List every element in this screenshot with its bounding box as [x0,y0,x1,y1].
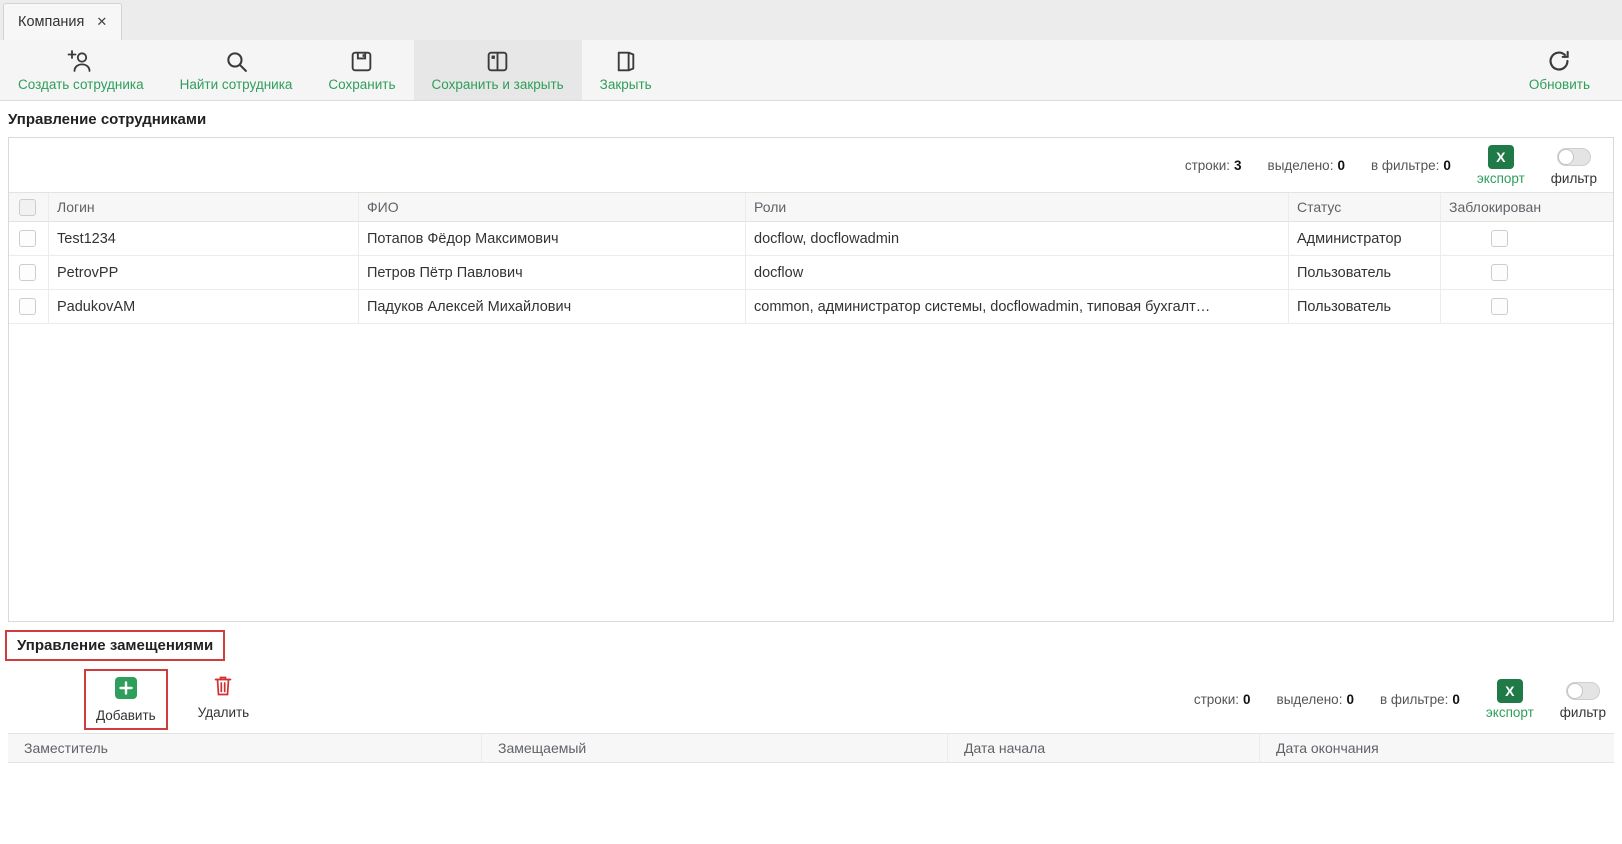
toggle-off-icon[interactable] [1566,682,1600,700]
employees-section-title: Управление сотрудниками [0,101,1622,137]
cell-status: Пользователь [1289,290,1441,323]
person-add-icon [67,49,94,74]
row-checkbox[interactable] [19,298,36,315]
col-fio[interactable]: ФИО [359,193,746,221]
blocked-checkbox[interactable] [1491,264,1508,281]
substitutions-toolbar: Добавить Удалить строки:0 выделено:0 в ф… [0,665,1622,733]
table-row[interactable]: PetrovPP Петров Пётр Павлович docflow По… [9,256,1613,290]
substitutions-table-header: Заместитель Замещаемый Дата начала Дата … [8,733,1614,763]
rows-count: строки:3 [1185,158,1242,173]
col-substituted[interactable]: Замещаемый [482,734,948,762]
col-status[interactable]: Статус [1289,193,1441,221]
export-excel-button[interactable]: X экспорт [1477,145,1525,186]
row-checkbox-cell [9,290,49,323]
col-date-end[interactable]: Дата окончания [1260,734,1614,762]
door-exit-icon [613,49,638,74]
cell-blocked [1441,222,1613,255]
create-employee-button[interactable]: Создать сотрудника [0,40,162,100]
search-icon [224,49,249,74]
toolbar-left-group: Создать сотрудника Найти сотрудника Сохр… [0,40,670,100]
save-and-close-label: Сохранить и закрыть [432,77,564,92]
blocked-checkbox[interactable] [1491,298,1508,315]
in-filter-count: в фильтре:0 [1380,692,1460,707]
save-button[interactable]: Сохранить [310,40,413,100]
employees-stats-row: строки:3 выделено:0 в фильтре:0 X экспор… [9,138,1613,192]
cell-roles: docflow, docflowadmin [746,222,1289,255]
excel-icon: X [1488,145,1514,169]
close-label: Закрыть [600,77,652,92]
col-substitute[interactable]: Заместитель [8,734,482,762]
create-employee-label: Создать сотрудника [18,77,144,92]
tab-bar: Компания ✕ [0,0,1622,40]
tab-company[interactable]: Компания ✕ [3,3,122,40]
close-button[interactable]: Закрыть [582,40,670,100]
table-row[interactable]: Test1234 Потапов Фёдор Максимович docflo… [9,222,1613,256]
refresh-label: Обновить [1529,77,1590,92]
cell-blocked [1441,290,1613,323]
col-blocked[interactable]: Заблокирован [1441,193,1613,221]
substitutions-stats-row: строки:0 выделено:0 в фильтре:0 X экспор… [1194,679,1622,720]
table-row[interactable]: PadukovAM Падуков Алексей Михайлович com… [9,290,1613,324]
filter-toggle-label: фильтр [1560,705,1606,720]
save-and-close-icon [485,49,510,74]
selected-count: выделено:0 [1268,158,1345,173]
find-employee-label: Найти сотрудника [180,77,293,92]
delete-substitution-label: Удалить [198,705,250,720]
trash-icon [213,674,233,702]
add-substitution-label: Добавить [96,708,156,723]
refresh-icon [1546,48,1572,74]
find-employee-button[interactable]: Найти сотрудника [162,40,311,100]
row-checkbox[interactable] [19,264,36,281]
substitutions-toolbar-left: Добавить Удалить [84,669,259,730]
select-all-checkbox[interactable] [19,199,36,216]
cell-fio: Петров Пётр Павлович [359,256,746,289]
blocked-checkbox[interactable] [1491,230,1508,247]
export-excel-button[interactable]: X экспорт [1486,679,1534,720]
header-checkbox-cell [9,193,49,221]
cell-fio: Потапов Фёдор Максимович [359,222,746,255]
cell-roles: common, администратор системы, docflowad… [746,290,1289,323]
cell-login: PetrovPP [49,256,359,289]
row-checkbox-cell [9,256,49,289]
cell-status: Пользователь [1289,256,1441,289]
cell-status: Администратор [1289,222,1441,255]
row-checkbox-cell [9,222,49,255]
selected-count: выделено:0 [1277,692,1354,707]
cell-roles: docflow [746,256,1289,289]
tab-label: Компания [18,14,84,30]
save-label: Сохранить [328,77,395,92]
col-login[interactable]: Логин [49,193,359,221]
filter-toggle[interactable]: фильтр [1560,679,1606,720]
save-icon [349,49,374,74]
employees-table-header: Логин ФИО Роли Статус Заблокирован [9,192,1613,222]
row-checkbox[interactable] [19,230,36,247]
delete-substitution-button[interactable]: Удалить [188,669,260,725]
export-label: экспорт [1486,705,1534,720]
toggle-off-icon[interactable] [1557,148,1591,166]
employees-panel: строки:3 выделено:0 в фильтре:0 X экспор… [8,137,1614,622]
substitutions-title-wrap: Управление замещениями [0,622,1622,665]
filter-toggle-label: фильтр [1551,171,1597,186]
add-substitution-button[interactable]: Добавить [84,669,168,730]
in-filter-count: в фильтре:0 [1371,158,1451,173]
export-label: экспорт [1477,171,1525,186]
cell-blocked [1441,256,1613,289]
col-date-start[interactable]: Дата начала [948,734,1260,762]
toolbar-right-group: Обновить [1511,40,1622,100]
refresh-button[interactable]: Обновить [1511,40,1608,100]
cell-login: PadukovAM [49,290,359,323]
substitutions-section-title: Управление замещениями [5,630,225,661]
plus-icon [114,676,138,705]
cell-login: Test1234 [49,222,359,255]
rows-count: строки:0 [1194,692,1251,707]
filter-toggle[interactable]: фильтр [1551,145,1597,186]
main-toolbar: Создать сотрудника Найти сотрудника Сохр… [0,40,1622,101]
col-roles[interactable]: Роли [746,193,1289,221]
tab-close-icon[interactable]: ✕ [96,14,107,30]
cell-fio: Падуков Алексей Михайлович [359,290,746,323]
save-and-close-button[interactable]: Сохранить и закрыть [414,40,582,100]
excel-icon: X [1497,679,1523,703]
